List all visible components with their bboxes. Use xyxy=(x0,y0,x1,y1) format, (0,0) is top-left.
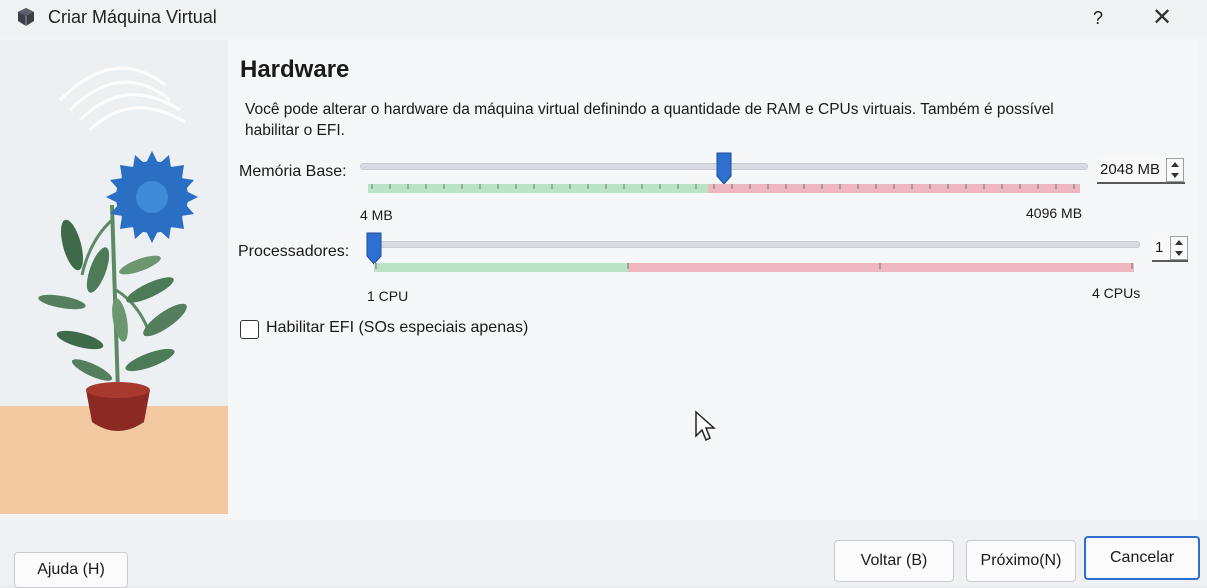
title-bar: Criar Máquina Virtual ? ✕ xyxy=(0,0,1207,36)
memory-spinbox[interactable]: 2048 MB xyxy=(1097,156,1185,184)
memory-min-label: 4 MB xyxy=(360,207,393,223)
processors-slider-track[interactable] xyxy=(368,241,1140,248)
memory-value[interactable]: 2048 MB xyxy=(1097,161,1160,178)
memory-max-label: 4096 MB xyxy=(1026,205,1083,221)
processors-spinbox[interactable]: 1 xyxy=(1152,234,1188,262)
virtualbox-icon xyxy=(18,8,34,26)
cancel-button[interactable]: Cancelar xyxy=(1084,536,1200,580)
close-button[interactable]: ✕ xyxy=(1148,4,1176,32)
processors-value[interactable]: 1 xyxy=(1152,239,1163,256)
window-title: Criar Máquina Virtual xyxy=(48,7,217,27)
help-button[interactable]: Ajuda (H) xyxy=(14,552,128,588)
processors-range-indicator xyxy=(374,263,1134,272)
memory-slider-handle[interactable] xyxy=(716,152,732,186)
processors-min-label: 1 CPU xyxy=(367,288,409,304)
help-title-button[interactable]: ? xyxy=(1086,6,1110,30)
efi-checkbox[interactable] xyxy=(240,320,259,339)
memory-range-indicator xyxy=(368,184,1080,193)
efi-label[interactable]: Habilitar EFI (SOs especiais apenas) xyxy=(266,319,528,337)
wizard-illustration xyxy=(0,40,228,514)
back-button[interactable]: Voltar (B) xyxy=(834,540,954,582)
processors-label: Processadores: xyxy=(238,243,350,260)
processors-max-label: 4 CPUs xyxy=(1092,285,1141,301)
processors-slider-handle[interactable] xyxy=(366,232,382,266)
mouse-pointer-icon xyxy=(695,410,716,442)
processors-spin-arrows-icon[interactable] xyxy=(1170,236,1188,260)
create-vm-dialog: Criar Máquina Virtual ? ✕ Hardware Você … xyxy=(0,0,1207,588)
page-title: Hardware xyxy=(240,56,350,83)
next-button[interactable]: Próximo(N) xyxy=(966,540,1076,582)
page-description: Você pode alterar o hardware da máquina … xyxy=(245,101,1054,139)
memory-spin-arrows-icon[interactable] xyxy=(1166,158,1184,182)
memory-label: Memória Base: xyxy=(239,163,347,180)
plant-illustration xyxy=(0,40,228,514)
